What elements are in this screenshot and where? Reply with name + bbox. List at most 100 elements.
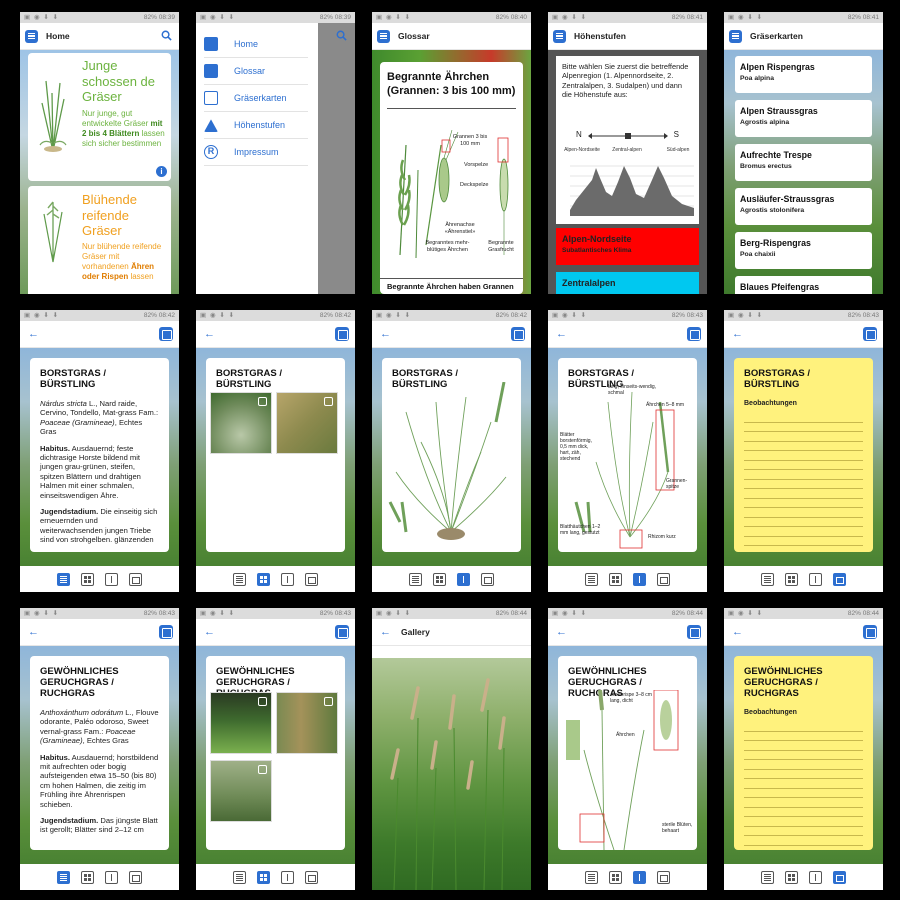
text-tab-icon[interactable] bbox=[761, 572, 774, 586]
label-blaetter: Blätter borstenförmig, 0,5 mm dick, hart… bbox=[560, 432, 592, 462]
card-toolbar bbox=[20, 566, 179, 592]
notes-tab-icon[interactable] bbox=[481, 572, 494, 586]
app-header: ← bbox=[548, 619, 707, 646]
notes-tab-icon[interactable] bbox=[305, 870, 318, 884]
drawing-tab-icon[interactable] bbox=[633, 870, 646, 884]
gallery-tab-icon[interactable] bbox=[257, 572, 270, 586]
back-arrow-icon[interactable]: ← bbox=[380, 626, 391, 638]
text-tab-icon[interactable] bbox=[233, 870, 246, 884]
label-aehrchen: Ährchen bbox=[616, 732, 635, 738]
notes-tab-icon[interactable] bbox=[657, 870, 670, 884]
gallery-tab-icon[interactable] bbox=[609, 870, 622, 884]
dimmed-content[interactable] bbox=[318, 23, 355, 294]
drawing-tab-icon[interactable] bbox=[457, 572, 470, 586]
list-item[interactable]: Aufrechte Trespe Bromus erectus bbox=[735, 144, 872, 181]
app-header: Home bbox=[20, 23, 179, 50]
gallery-tab-icon[interactable] bbox=[81, 572, 94, 586]
home-icon[interactable] bbox=[687, 327, 701, 341]
gallery-tab-icon[interactable] bbox=[257, 870, 270, 884]
text-tab-icon[interactable] bbox=[585, 870, 598, 884]
menu-item-glossar[interactable]: Glossar bbox=[204, 58, 308, 85]
home-icon[interactable] bbox=[335, 625, 349, 639]
back-arrow-icon[interactable]: ← bbox=[28, 626, 39, 638]
home-icon[interactable] bbox=[863, 327, 877, 341]
drawing-tab-icon[interactable] bbox=[105, 572, 118, 586]
phone-borstgras-labeled: ▣ ◉ ⬇ ⬇ 82% 08:43 ← BORSTGRAS / BÜRSTLING… bbox=[548, 310, 707, 592]
text-tab-icon[interactable] bbox=[409, 572, 422, 586]
region-zentralalpen[interactable]: Zentral-alpen bbox=[612, 147, 642, 154]
home-icon[interactable] bbox=[511, 327, 525, 341]
gallery-tab-icon[interactable] bbox=[609, 572, 622, 586]
home-icon[interactable] bbox=[687, 625, 701, 639]
phone-borstgras-notes: ▣ ◉ ⬇ ⬇ 82% 08:43 ← BORSTGRAS / BÜRSTLING… bbox=[724, 310, 883, 592]
phone-borstgras-drawing: ▣ ◉ ⬇ ⬇ 82% 08:42 ← BORSTGRAS / BÜRSTLING bbox=[372, 310, 531, 592]
menu-icon[interactable] bbox=[553, 29, 566, 43]
gallery-tab-icon[interactable] bbox=[785, 572, 798, 586]
back-arrow-icon[interactable]: ← bbox=[556, 626, 567, 638]
gallery-tab-icon[interactable] bbox=[433, 572, 446, 586]
drawing-tab-icon[interactable] bbox=[281, 572, 294, 586]
search-icon[interactable] bbox=[161, 30, 172, 41]
notes-tab-icon[interactable] bbox=[129, 870, 142, 884]
list-item[interactable]: Alpen Rispengras Poa alpina bbox=[735, 56, 872, 93]
list-item[interactable]: Blaues Pfeifengras bbox=[735, 276, 872, 294]
menu-icon[interactable] bbox=[729, 29, 742, 43]
home-icon[interactable] bbox=[159, 327, 173, 341]
back-arrow-icon[interactable]: ← bbox=[204, 626, 215, 638]
card-young-grasses[interactable]: Junge schossen de Gräser Nur junge, gut … bbox=[28, 53, 171, 181]
menu-item-hoehenstufen[interactable]: Höhenstufen bbox=[204, 112, 308, 139]
menu-item-impressum[interactable]: R Impressum bbox=[204, 139, 308, 166]
drawing-tab-icon[interactable] bbox=[809, 572, 822, 586]
photo-thumbnail[interactable] bbox=[276, 692, 338, 754]
list-item[interactable]: Berg-Rispengras Poa chaixii bbox=[735, 232, 872, 269]
notes-textarea[interactable] bbox=[744, 722, 863, 846]
text-tab-icon[interactable] bbox=[233, 572, 246, 586]
back-arrow-icon[interactable]: ← bbox=[28, 328, 39, 340]
region-nordseite[interactable]: Alpen-Nordseite bbox=[562, 147, 602, 154]
text-tab-icon[interactable] bbox=[57, 572, 70, 586]
list-item[interactable]: Ausläufer-Straussgras Agrostis stolonifer… bbox=[735, 188, 872, 225]
gallery-tab-icon[interactable] bbox=[785, 870, 798, 884]
text-tab-icon[interactable] bbox=[761, 870, 774, 884]
menu-item-graeserkarten[interactable]: Gräserkarten bbox=[204, 85, 308, 112]
glossar-footer-text: Begrannte Ährchen haben Grannen bbox=[387, 282, 514, 291]
back-arrow-icon[interactable]: ← bbox=[204, 328, 215, 340]
app-header: ← bbox=[548, 321, 707, 348]
back-arrow-icon[interactable]: ← bbox=[556, 328, 567, 340]
drawing-tab-icon[interactable] bbox=[281, 870, 294, 884]
photo-thumbnail[interactable] bbox=[210, 392, 272, 454]
gallery-photo[interactable] bbox=[372, 658, 531, 890]
notes-tab-icon[interactable] bbox=[833, 572, 846, 586]
drawing-tab-icon[interactable] bbox=[633, 572, 646, 586]
region-button-zentralalpen[interactable]: Zentralalpen bbox=[556, 272, 699, 294]
info-icon[interactable]: i bbox=[156, 166, 167, 177]
photo-thumbnail[interactable] bbox=[276, 392, 338, 454]
back-arrow-icon[interactable]: ← bbox=[732, 328, 743, 340]
back-arrow-icon[interactable]: ← bbox=[380, 328, 391, 340]
menu-icon[interactable] bbox=[25, 29, 38, 43]
phone-glossar: ▣ ◉ ⬇ ⬇ 82% 08:40 Glossar Begrannte Ährch… bbox=[372, 12, 531, 294]
text-tab-icon[interactable] bbox=[57, 870, 70, 884]
notes-tab-icon[interactable] bbox=[657, 572, 670, 586]
search-icon[interactable] bbox=[336, 30, 347, 41]
region-button-nordseite[interactable]: Alpen-Nordseite Subatlantisches Klima bbox=[556, 228, 699, 265]
notes-tab-icon[interactable] bbox=[305, 572, 318, 586]
notes-textarea[interactable] bbox=[744, 413, 863, 546]
photo-thumbnail[interactable] bbox=[210, 760, 272, 822]
list-item[interactable]: Alpen Straussgras Agrostis alpina bbox=[735, 100, 872, 137]
home-icon[interactable] bbox=[335, 327, 349, 341]
photo-thumbnail[interactable] bbox=[210, 692, 272, 754]
menu-icon[interactable] bbox=[377, 29, 390, 43]
notes-tab-icon[interactable] bbox=[129, 572, 142, 586]
back-arrow-icon[interactable]: ← bbox=[732, 626, 743, 638]
drawing-tab-icon[interactable] bbox=[809, 870, 822, 884]
menu-item-home[interactable]: Home bbox=[204, 31, 308, 58]
text-tab-icon[interactable] bbox=[585, 572, 598, 586]
notes-tab-icon[interactable] bbox=[833, 870, 846, 884]
home-icon[interactable] bbox=[863, 625, 877, 639]
card-flowering-grasses[interactable]: Blühende reifende Gräser Nur blühende re… bbox=[28, 186, 171, 294]
gallery-tab-icon[interactable] bbox=[81, 870, 94, 884]
drawing-tab-icon[interactable] bbox=[105, 870, 118, 884]
home-icon[interactable] bbox=[159, 625, 173, 639]
region-suedalpen[interactable]: Süd-alpen bbox=[664, 147, 692, 154]
